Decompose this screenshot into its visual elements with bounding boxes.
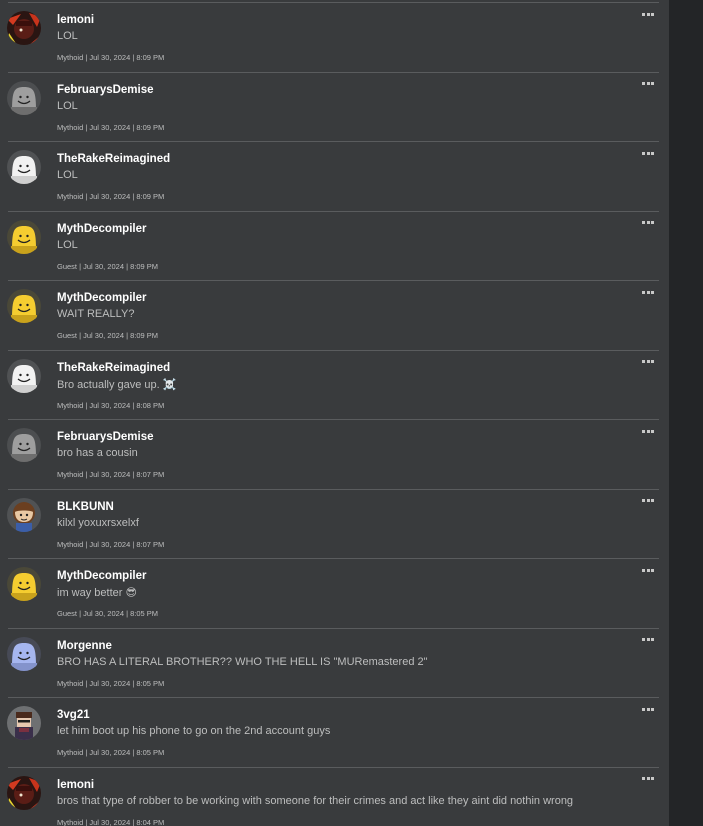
comment-text: LOL bbox=[57, 30, 78, 42]
username-link[interactable]: MythDecompiler bbox=[57, 292, 146, 304]
post-meta: Mythoid | Jul 30, 2024 | 8:09 PM bbox=[57, 53, 165, 62]
comment-post: MythDecompiler im way better 😎 Guest | J… bbox=[0, 559, 669, 629]
avatar[interactable] bbox=[7, 150, 41, 184]
comment-post: TheRakeReimagined LOL Mythoid | Jul 30, … bbox=[0, 142, 669, 212]
comment-text: bros that type of robber to be working w… bbox=[57, 794, 574, 807]
avatar[interactable] bbox=[7, 567, 41, 601]
more-options-icon[interactable] bbox=[642, 636, 656, 644]
comment-text: LOL bbox=[57, 99, 78, 112]
post-meta: Mythoid | Jul 30, 2024 | 8:04 PM bbox=[57, 817, 165, 826]
username-link[interactable]: BLKBUNN bbox=[57, 501, 114, 513]
post-meta: Guest | Jul 30, 2024 | 8:09 PM bbox=[57, 331, 159, 340]
post-meta: Mythoid | Jul 30, 2024 | 8:07 PM bbox=[57, 470, 165, 479]
post-meta: Guest | Jul 30, 2024 | 8:05 PM bbox=[57, 609, 159, 618]
avatar[interactable] bbox=[7, 706, 41, 740]
comment-text: WAIT REALLY? bbox=[57, 308, 135, 320]
more-options-icon[interactable] bbox=[642, 219, 656, 227]
right-gutter bbox=[669, 0, 703, 826]
comment-post: MythDecompiler LOL Guest | Jul 30, 2024 … bbox=[0, 212, 669, 281]
comment-post: FebruarysDemise bro has a cousin Mythoid… bbox=[0, 420, 669, 490]
comment-post: 3vg21 let him boot up his phone to go on… bbox=[0, 698, 669, 768]
more-options-icon[interactable] bbox=[642, 358, 656, 366]
username-link[interactable]: FebruarysDemise bbox=[57, 431, 154, 443]
post-meta: Mythoid | Jul 30, 2024 | 8:07 PM bbox=[57, 539, 165, 549]
username-link[interactable]: MythDecompiler bbox=[57, 570, 146, 582]
more-options-icon[interactable] bbox=[642, 288, 656, 296]
comment-text: LOL bbox=[57, 169, 78, 181]
more-options-icon[interactable] bbox=[642, 10, 656, 18]
comment-text: im way better 😎 bbox=[57, 587, 137, 599]
username-link[interactable]: 3vg21 bbox=[57, 709, 90, 721]
post-meta: Mythoid | Jul 30, 2024 | 8:05 PM bbox=[57, 678, 165, 688]
comment-text: let him boot up his phone to go on the 2… bbox=[57, 725, 331, 737]
comment-text: bro has a cousin bbox=[57, 447, 138, 459]
username-link[interactable]: lemoni bbox=[57, 14, 94, 26]
comment-post: FebruarysDemise LOL Mythoid | Jul 30, 20… bbox=[0, 73, 669, 142]
avatar[interactable] bbox=[7, 636, 41, 671]
avatar[interactable] bbox=[7, 219, 41, 254]
comment-post: MythDecompiler WAIT REALLY? Guest | Jul … bbox=[0, 281, 669, 351]
avatar[interactable] bbox=[7, 428, 41, 462]
comment-text: Bro actually gave up. ☠️ bbox=[57, 378, 177, 391]
avatar[interactable] bbox=[7, 497, 41, 532]
username-link[interactable]: FebruarysDemise bbox=[57, 84, 154, 96]
avatar[interactable] bbox=[7, 358, 41, 393]
comment-post: TheRakeReimagined Bro actually gave up. … bbox=[0, 351, 669, 420]
comment-post: BLKBUNN kilxl yoxuxrsxelxf Mythoid | Jul… bbox=[0, 490, 669, 559]
more-options-icon[interactable] bbox=[642, 80, 656, 88]
avatar[interactable] bbox=[7, 775, 41, 810]
avatar[interactable] bbox=[7, 289, 41, 323]
more-options-icon[interactable] bbox=[642, 149, 656, 157]
post-meta: Mythoid | Jul 30, 2024 | 8:09 PM bbox=[57, 192, 165, 201]
more-options-icon[interactable] bbox=[642, 775, 656, 783]
username-link[interactable]: TheRakeReimagined bbox=[57, 153, 170, 165]
username-link[interactable]: lemoni bbox=[57, 779, 94, 791]
post-meta: Mythoid | Jul 30, 2024 | 8:05 PM bbox=[57, 748, 165, 757]
post-meta: Guest | Jul 30, 2024 | 8:09 PM bbox=[57, 261, 159, 271]
username-link[interactable]: MythDecompiler bbox=[57, 223, 146, 235]
comment-post: lemoni bros that type of robber to be wo… bbox=[0, 768, 669, 826]
more-options-icon[interactable] bbox=[642, 566, 656, 574]
more-options-icon[interactable] bbox=[642, 497, 656, 505]
comment-post: lemoni LOL Mythoid | Jul 30, 2024 | 8:09… bbox=[0, 3, 669, 73]
comment-text: BRO HAS A LITERAL BROTHER?? WHO THE HELL… bbox=[57, 655, 428, 668]
more-options-icon[interactable] bbox=[642, 427, 656, 435]
post-meta: Mythoid | Jul 30, 2024 | 8:09 PM bbox=[57, 122, 165, 132]
comment-text: kilxl yoxuxrsxelxf bbox=[57, 516, 139, 529]
comment-post: Morgenne BRO HAS A LITERAL BROTHER?? WHO… bbox=[0, 629, 669, 698]
avatar[interactable] bbox=[7, 11, 41, 45]
avatar[interactable] bbox=[7, 80, 41, 115]
more-options-icon[interactable] bbox=[642, 705, 656, 713]
post-meta: Mythoid | Jul 30, 2024 | 8:08 PM bbox=[57, 400, 165, 410]
username-link[interactable]: Morgenne bbox=[57, 640, 112, 652]
username-link[interactable]: TheRakeReimagined bbox=[57, 362, 170, 374]
comment-feed: lemoni LOL Mythoid | Jul 30, 2024 | 8:09… bbox=[0, 0, 669, 826]
comment-text: LOL bbox=[57, 238, 78, 251]
